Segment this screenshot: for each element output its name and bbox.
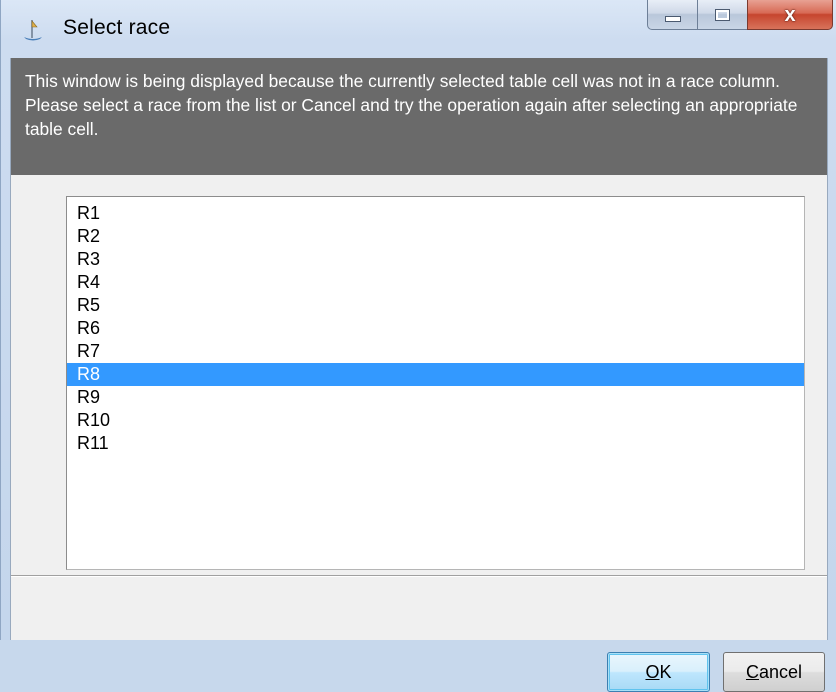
- app-icon: [21, 18, 45, 42]
- list-item-r5[interactable]: R5: [67, 294, 804, 317]
- race-listbox[interactable]: R1 R2 R3 R4 R5 R6 R7 R8 R9 R10 R11: [66, 196, 805, 570]
- list-item-r11[interactable]: R11: [67, 432, 804, 455]
- window-title: Select race: [63, 16, 171, 39]
- select-race-dialog: Select race x This window is being displ…: [0, 0, 836, 692]
- cancel-button-label: Cancel: [746, 662, 802, 683]
- maximize-icon: [715, 8, 730, 21]
- list-item-r9[interactable]: R9: [67, 386, 804, 409]
- message-text: This window is being displayed because t…: [25, 71, 798, 139]
- ok-button-label: OK: [645, 662, 671, 683]
- caption-buttons: x: [647, 0, 833, 30]
- close-button[interactable]: x: [747, 0, 833, 30]
- close-icon: x: [784, 3, 796, 26]
- ok-button[interactable]: OK: [607, 652, 710, 692]
- dialog-client-area: This window is being displayed because t…: [10, 58, 828, 692]
- maximize-button[interactable]: [697, 0, 747, 30]
- list-item-r8[interactable]: R8: [67, 363, 804, 386]
- list-item-r3[interactable]: R3: [67, 248, 804, 271]
- cancel-button[interactable]: Cancel: [723, 652, 825, 692]
- list-item-r7[interactable]: R7: [67, 340, 804, 363]
- list-item-r2[interactable]: R2: [67, 225, 804, 248]
- list-item-r6[interactable]: R6: [67, 317, 804, 340]
- cancel-mnemonic: C: [745, 661, 759, 682]
- cancel-label-rest: ancel: [758, 661, 803, 682]
- message-panel: This window is being displayed because t…: [11, 58, 827, 175]
- list-item-r10[interactable]: R10: [67, 409, 804, 432]
- button-separator: [11, 575, 827, 577]
- ok-label-rest: K: [659, 661, 672, 682]
- minimize-icon: [664, 15, 681, 22]
- ok-mnemonic: O: [645, 661, 660, 682]
- title-bar[interactable]: Select race x: [1, 0, 836, 58]
- list-item-r4[interactable]: R4: [67, 271, 804, 294]
- minimize-button[interactable]: [647, 0, 697, 30]
- list-item-r1[interactable]: R1: [67, 202, 804, 225]
